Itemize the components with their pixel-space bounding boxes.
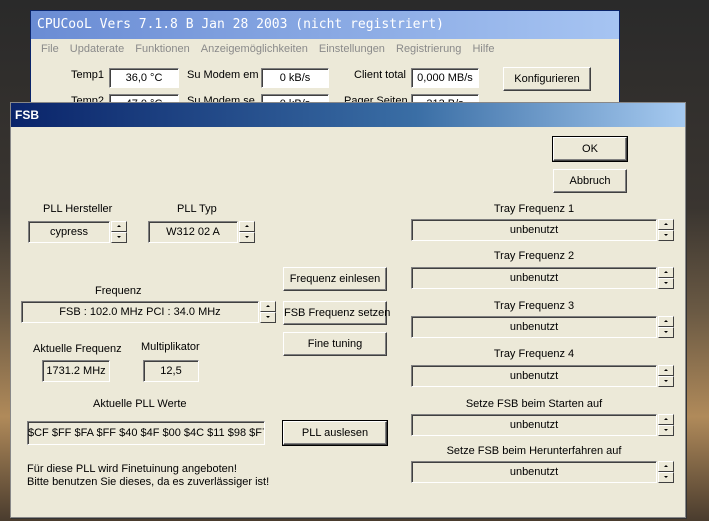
fsb-on-shutdown-label: Setze FSB beim Herunterfahren auf bbox=[446, 445, 622, 457]
frequency-spinner[interactable] bbox=[260, 301, 276, 323]
tray-frequency-4-label: Tray Frequenz 4 bbox=[493, 348, 575, 360]
spin-up-icon[interactable] bbox=[658, 267, 674, 278]
main-window-title[interactable]: CPUCooL Vers 7.1.8 B Jan 28 2003 (nicht … bbox=[31, 11, 619, 39]
menu-file[interactable]: File bbox=[41, 43, 59, 55]
menu-updaterate[interactable]: Updaterate bbox=[70, 43, 124, 55]
tray-frequency-1-field[interactable]: unbenutzt bbox=[411, 219, 657, 241]
spin-down-icon[interactable] bbox=[658, 278, 674, 289]
note-line-2: Bitte benutzen Sie dieses, da es zuverlä… bbox=[27, 476, 270, 488]
multiplier-value: 12,5 bbox=[143, 360, 199, 382]
multiplier-label: Multiplikator bbox=[141, 341, 200, 353]
pll-type-label: PLL Typ bbox=[177, 203, 217, 215]
fsb-dialog: FSB OK Abbruch PLL Hersteller cypress PL… bbox=[10, 102, 686, 518]
spin-down-icon[interactable] bbox=[239, 232, 255, 243]
pll-type-field[interactable]: W312 02 A bbox=[148, 221, 238, 243]
fine-tuning-button[interactable]: Fine tuning bbox=[283, 332, 387, 356]
tray-frequency-4-field[interactable]: unbenutzt bbox=[411, 365, 657, 387]
frequency-field[interactable]: FSB : 102.0 MHz PCI : 34.0 MHz bbox=[21, 301, 259, 323]
client-total-label: Client total bbox=[354, 69, 406, 81]
ok-button[interactable]: OK bbox=[552, 136, 628, 162]
note-line-1: Für diese PLL wird Finetuinung angeboten… bbox=[27, 463, 237, 475]
temp1-label: Temp1 bbox=[71, 69, 105, 81]
pll-type-spinner[interactable] bbox=[239, 221, 255, 243]
read-frequency-button[interactable]: Frequenz einlesen bbox=[283, 267, 387, 291]
pll-values-field: $CF $FF $FA $FF $40 $4F $00 $4C $11 $98 … bbox=[27, 421, 265, 445]
configure-button[interactable]: Konfigurieren bbox=[503, 67, 591, 91]
fsb-on-shutdown-spinner[interactable] bbox=[658, 461, 674, 483]
temp1-value: 36,0 °C bbox=[109, 68, 179, 88]
tray-frequency-3-field[interactable]: unbenutzt bbox=[411, 316, 657, 338]
menu-anzeigemoeglichkeiten[interactable]: Anzeigemöglichkeiten bbox=[201, 43, 308, 55]
tray-frequency-3-label: Tray Frequenz 3 bbox=[493, 300, 575, 312]
fsb-on-startup-spinner[interactable] bbox=[658, 414, 674, 436]
tray-frequency-1-spinner[interactable] bbox=[658, 219, 674, 241]
spin-down-icon[interactable] bbox=[658, 327, 674, 338]
current-frequency-label: Aktuelle Frequenz bbox=[33, 343, 122, 355]
pll-manufacturer-spinner[interactable] bbox=[111, 221, 127, 243]
set-fsb-frequency-button[interactable]: FSB Frequenz setzen bbox=[283, 301, 390, 325]
pll-manufacturer-label: PLL Hersteller bbox=[43, 203, 113, 215]
menu-funktionen[interactable]: Funktionen bbox=[135, 43, 189, 55]
spin-down-icon[interactable] bbox=[111, 232, 127, 243]
spin-up-icon[interactable] bbox=[260, 301, 276, 312]
spin-up-icon[interactable] bbox=[658, 414, 674, 425]
spin-down-icon[interactable] bbox=[658, 230, 674, 241]
spin-up-icon[interactable] bbox=[658, 365, 674, 376]
spin-up-icon[interactable] bbox=[658, 219, 674, 230]
cancel-button[interactable]: Abbruch bbox=[553, 169, 627, 193]
spin-up-icon[interactable] bbox=[658, 316, 674, 327]
tray-frequency-2-label: Tray Frequenz 2 bbox=[493, 250, 575, 262]
tray-frequency-2-field[interactable]: unbenutzt bbox=[411, 267, 657, 289]
tray-frequency-2-spinner[interactable] bbox=[658, 267, 674, 289]
spin-up-icon[interactable] bbox=[658, 461, 674, 472]
spin-up-icon[interactable] bbox=[239, 221, 255, 232]
tray-frequency-1-label: Tray Frequenz 1 bbox=[493, 203, 575, 215]
pll-values-label: Aktuelle PLL Werte bbox=[93, 398, 187, 410]
fsb-on-startup-field[interactable]: unbenutzt bbox=[411, 414, 657, 436]
client-total-value: 0,000 MB/s bbox=[411, 68, 479, 88]
current-frequency-value: 1731.2 MHz bbox=[42, 360, 110, 382]
spin-down-icon[interactable] bbox=[658, 425, 674, 436]
spin-down-icon[interactable] bbox=[260, 312, 276, 323]
spin-down-icon[interactable] bbox=[658, 376, 674, 387]
frequency-label: Frequenz bbox=[95, 285, 142, 297]
fsb-on-startup-label: Setze FSB beim Starten auf bbox=[465, 398, 603, 410]
fsb-on-shutdown-field[interactable]: unbenutzt bbox=[411, 461, 657, 483]
pll-manufacturer-field[interactable]: cypress bbox=[28, 221, 110, 243]
read-pll-button[interactable]: PLL auslesen bbox=[282, 420, 388, 446]
main-menubar: File Updaterate Funktionen Anzeigemöglic… bbox=[31, 39, 619, 59]
menu-einstellungen[interactable]: Einstellungen bbox=[319, 43, 385, 55]
tray-frequency-4-spinner[interactable] bbox=[658, 365, 674, 387]
fsb-dialog-title[interactable]: FSB bbox=[11, 103, 685, 127]
cpucool-main-window: CPUCooL Vers 7.1.8 B Jan 28 2003 (nicht … bbox=[30, 10, 620, 114]
spin-up-icon[interactable] bbox=[111, 221, 127, 232]
menu-registrierung[interactable]: Registrierung bbox=[396, 43, 461, 55]
tray-frequency-3-spinner[interactable] bbox=[658, 316, 674, 338]
menu-hilfe[interactable]: Hilfe bbox=[472, 43, 494, 55]
modem-in-value: 0 kB/s bbox=[261, 68, 329, 88]
spin-down-icon[interactable] bbox=[658, 472, 674, 483]
modem-in-label: Su Modem em bbox=[187, 69, 259, 81]
